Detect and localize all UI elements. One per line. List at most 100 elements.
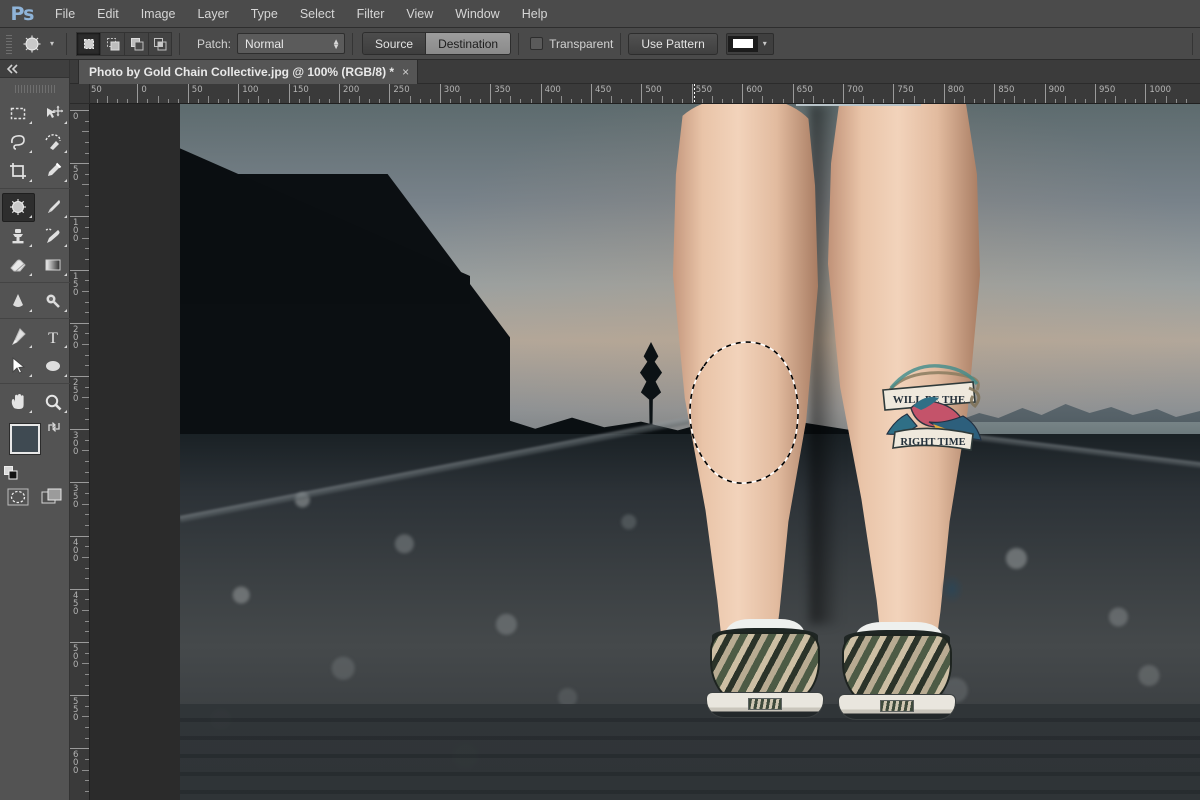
screen-mode-icon[interactable] [38, 486, 66, 508]
pattern-picker[interactable]: ▾ [725, 32, 774, 55]
swallow-tattoo: WILL BE THE RIGHT TIME [882, 364, 982, 451]
options-bar-grip[interactable] [3, 32, 15, 55]
transparent-checkbox-wrap[interactable]: Transparent [530, 37, 613, 51]
type-tool[interactable]: T [35, 322, 70, 351]
pen-tool[interactable] [0, 322, 35, 351]
eraser-tool[interactable] [0, 250, 35, 279]
ruler-label: 250 [73, 378, 79, 404]
destination-button[interactable]: Destination [426, 33, 511, 54]
tool-flyout-triangle-icon[interactable] [29, 215, 32, 218]
selection-mode-group [76, 31, 172, 56]
menu-item-layer[interactable]: Layer [186, 0, 239, 28]
ruler-major-tick [339, 84, 340, 103]
patch-tool-icon[interactable] [19, 31, 45, 57]
tools-panel-grip[interactable] [14, 82, 55, 96]
menu-item-image[interactable]: Image [130, 0, 187, 28]
ruler-label: 200 [343, 85, 360, 95]
default-colors-icon[interactable] [4, 466, 18, 480]
ruler-label: 750 [897, 85, 914, 95]
tool-flyout-triangle-icon[interactable] [64, 150, 67, 153]
intersect-selection-button[interactable] [148, 31, 172, 56]
tool-flyout-triangle-icon[interactable] [64, 121, 67, 124]
ruler-minor-tick [85, 471, 89, 473]
tool-flyout-triangle-icon[interactable] [29, 150, 32, 153]
tool-flyout-triangle-icon[interactable] [29, 121, 32, 124]
ruler-minor-tick [772, 99, 774, 103]
ruler-minor-tick [85, 727, 89, 729]
tool-flyout-triangle-icon[interactable] [64, 215, 67, 218]
horizontal-guide[interactable] [796, 104, 921, 106]
menu-item-view[interactable]: View [395, 0, 444, 28]
ruler-minor-tick [621, 99, 623, 103]
quick-selection-tool[interactable] [35, 127, 70, 156]
document-tab[interactable]: Photo by Gold Chain Collective.jpg @ 100… [78, 60, 419, 84]
subtract-from-selection-button[interactable] [124, 31, 148, 56]
ruler-minor-tick [661, 96, 663, 103]
crop-tool[interactable] [0, 156, 35, 185]
use-pattern-button[interactable]: Use Pattern [628, 32, 718, 55]
transparent-checkbox[interactable] [530, 37, 544, 50]
menu-item-file[interactable]: File [44, 0, 86, 28]
menu-item-window[interactable]: Window [444, 0, 510, 28]
pattern-chevron-down-icon[interactable]: ▾ [758, 39, 772, 48]
tool-flyout-triangle-icon[interactable] [64, 410, 67, 413]
ruler-minor-tick [85, 312, 89, 314]
brush-tool[interactable] [35, 192, 70, 221]
canvas-workspace[interactable]: WILL BE THE RIGHT TIME [90, 104, 1200, 800]
vertical-ruler[interactable]: 050100150200250300350400450500550600650 [70, 104, 90, 800]
swap-colors-icon[interactable] [46, 420, 62, 437]
eyedropper-tool[interactable] [35, 156, 70, 185]
source-button[interactable]: Source [363, 33, 427, 54]
tool-flyout-triangle-icon[interactable] [29, 410, 32, 413]
new-selection-button[interactable] [76, 31, 100, 56]
dodge-tool[interactable] [35, 286, 70, 315]
gradient-tool[interactable] [35, 250, 70, 279]
horizontal-ruler[interactable]: 50 0 50 100 150 200 250 300 350 400 450 500 550 600 65… [90, 84, 1200, 104]
ruler-corner[interactable] [70, 84, 90, 104]
ruler-label: 250 [393, 85, 410, 95]
blur-tool[interactable] [0, 286, 35, 315]
tool-flyout-triangle-icon[interactable] [29, 244, 32, 247]
menu-item-edit[interactable]: Edit [86, 0, 130, 28]
zoom-tool[interactable] [35, 387, 70, 416]
clone-stamp-tool[interactable] [0, 221, 35, 250]
tool-flyout-triangle-icon[interactable] [64, 374, 67, 377]
history-brush-tool[interactable] [35, 221, 70, 250]
ruler-minor-tick [85, 354, 89, 356]
tool-flyout-triangle-icon[interactable] [29, 374, 32, 377]
tool-flyout-triangle-icon[interactable] [29, 179, 32, 182]
image-canvas[interactable]: WILL BE THE RIGHT TIME [180, 104, 1200, 800]
ruler-minor-tick [85, 631, 89, 633]
add-to-selection-button[interactable] [100, 31, 124, 56]
hand-tool[interactable] [0, 387, 35, 416]
patch-selection[interactable] [680, 332, 808, 492]
menu-item-filter[interactable]: Filter [346, 0, 396, 28]
ellipse-shape-tool[interactable] [35, 351, 70, 380]
menu-item-help[interactable]: Help [511, 0, 559, 28]
tool-flyout-triangle-icon[interactable] [29, 309, 32, 312]
path-selection-tool[interactable] [0, 351, 35, 380]
menu-item-select[interactable]: Select [289, 0, 346, 28]
tool-preset-chevron-down-icon[interactable]: ▾ [45, 39, 59, 48]
ruler-major-tick [70, 429, 89, 431]
foreground-color-swatch[interactable] [10, 424, 40, 454]
close-icon[interactable]: × [402, 65, 409, 79]
collapse-panel-button[interactable] [0, 60, 69, 78]
tool-flyout-triangle-icon[interactable] [64, 244, 67, 247]
menu-item-type[interactable]: Type [240, 0, 289, 28]
quick-mask-icon[interactable] [4, 486, 32, 508]
move-tool[interactable] [35, 98, 70, 127]
tool-flyout-triangle-icon[interactable] [29, 273, 32, 276]
rectangular-marquee-tool[interactable] [0, 98, 35, 127]
tool-flyout-triangle-icon[interactable] [29, 345, 32, 348]
tool-flyout-triangle-icon[interactable] [64, 179, 67, 182]
tool-flyout-triangle-icon[interactable] [64, 309, 67, 312]
patch-mode-select[interactable]: Normal ▲ ▼ [237, 33, 346, 54]
ruler-minor-tick [248, 99, 250, 103]
lasso-tool[interactable] [0, 127, 35, 156]
tool-flyout-triangle-icon[interactable] [64, 345, 67, 348]
patch-tool[interactable] [0, 192, 35, 222]
tool-flyout-triangle-icon[interactable] [64, 273, 67, 276]
ruler-minor-tick [85, 227, 89, 229]
stepper-icon[interactable]: ▲ ▼ [332, 37, 340, 50]
